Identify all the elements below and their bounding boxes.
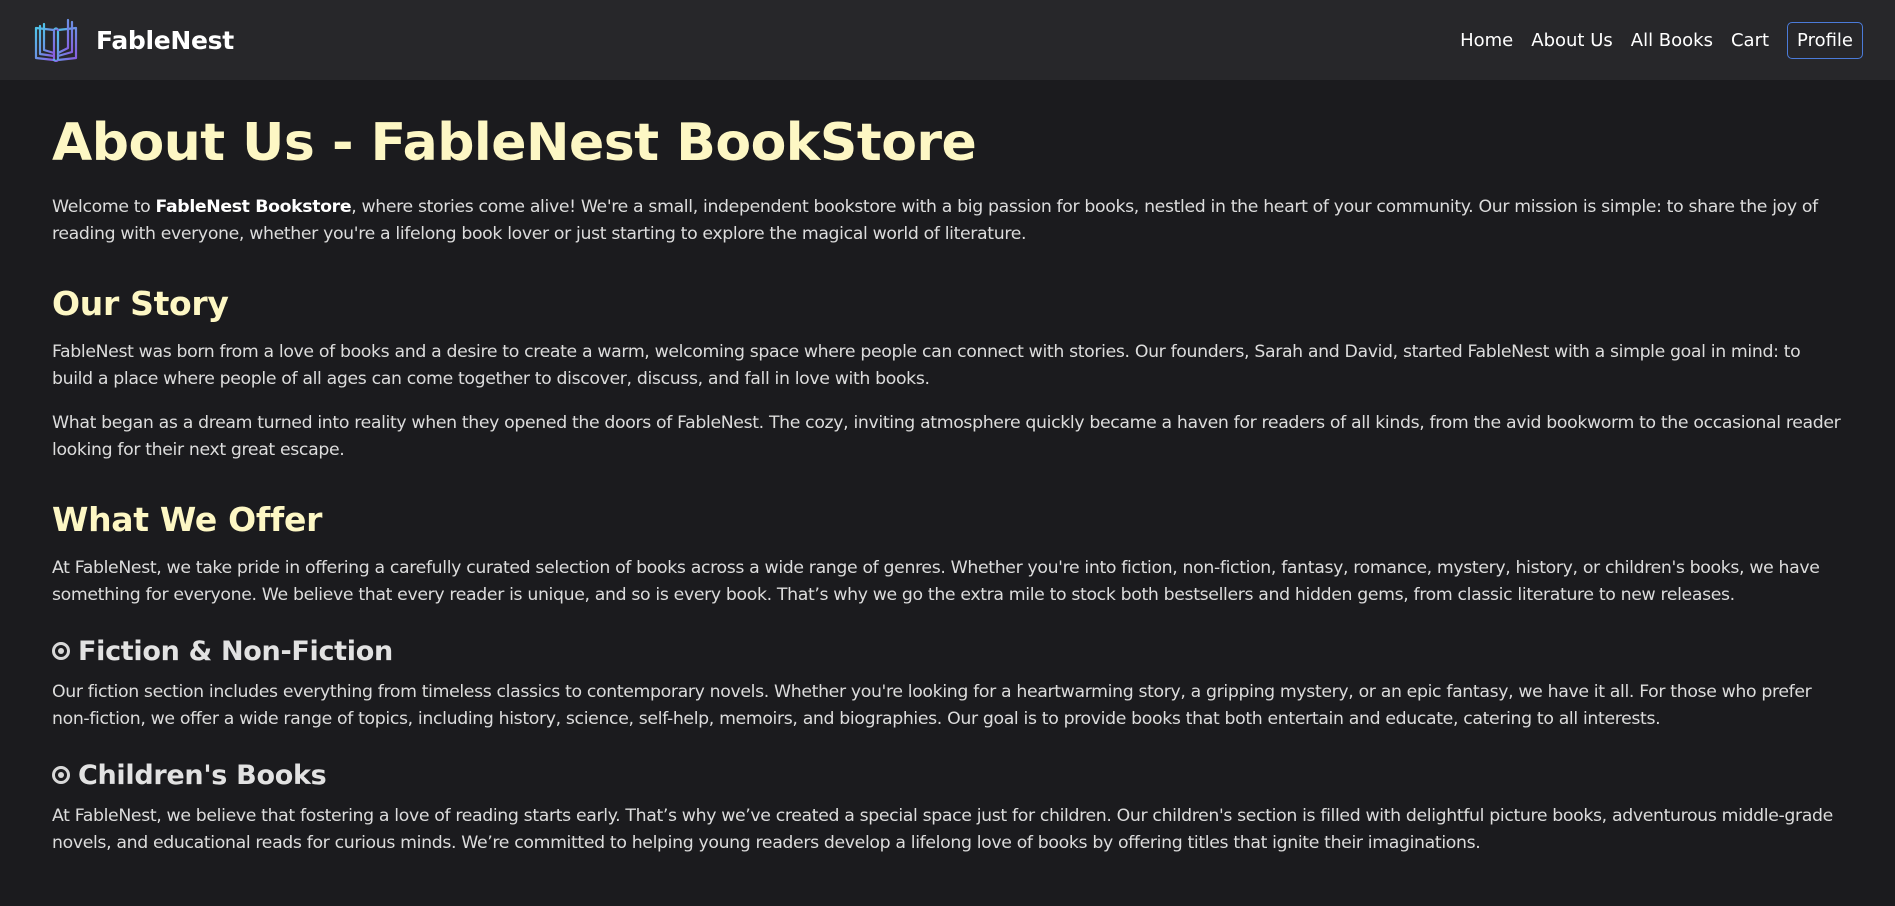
fiction-heading-label: Fiction & Non-Fiction [78,635,393,667]
story-paragraph-1: FableNest was born from a love of books … [52,341,1801,389]
offer-paragraph: At FableNest, we take pride in offering … [52,557,1820,605]
brand-name: FableNest [96,25,234,55]
nav-cart-link[interactable]: Cart [1731,30,1769,51]
radio-circle-icon [52,642,70,661]
brand[interactable]: FableNest [32,18,234,62]
book-logo-icon [34,18,78,62]
childrens-paragraph: At FableNest, we believe that fostering … [52,805,1833,853]
story-paragraph-2: What began as a dream turned into realit… [52,412,1841,460]
intro-paragraph: Welcome to FableNest Bookstore, where st… [52,194,1843,248]
nav-all-books-link[interactable]: All Books [1631,30,1713,51]
our-story-heading: Our Story [52,283,229,323]
navbar: FableNest Home About Us All Books Cart P… [0,0,1895,80]
nav-links: Home About Us All Books Cart Profile [1460,21,1863,59]
fiction-heading: Fiction & Non-Fiction [52,636,1843,667]
fiction-paragraph: Our fiction section includes everything … [52,681,1812,729]
childrens-heading-label: Children's Books [78,759,327,791]
main-content: About Us - FableNest BookStore Welcome t… [0,80,1895,857]
childrens-books-heading: Children's Books [52,760,1843,791]
page-title: About Us - FableNest BookStore [52,113,977,173]
what-we-offer-heading: What We Offer [52,499,323,539]
profile-button[interactable]: Profile [1787,21,1863,59]
intro-text-start: Welcome to [52,196,156,217]
nav-home-link[interactable]: Home [1460,30,1513,51]
intro-store-name: FableNest Bookstore [155,196,352,217]
radio-circle-icon [52,766,70,785]
nav-about-link[interactable]: About Us [1531,30,1613,51]
